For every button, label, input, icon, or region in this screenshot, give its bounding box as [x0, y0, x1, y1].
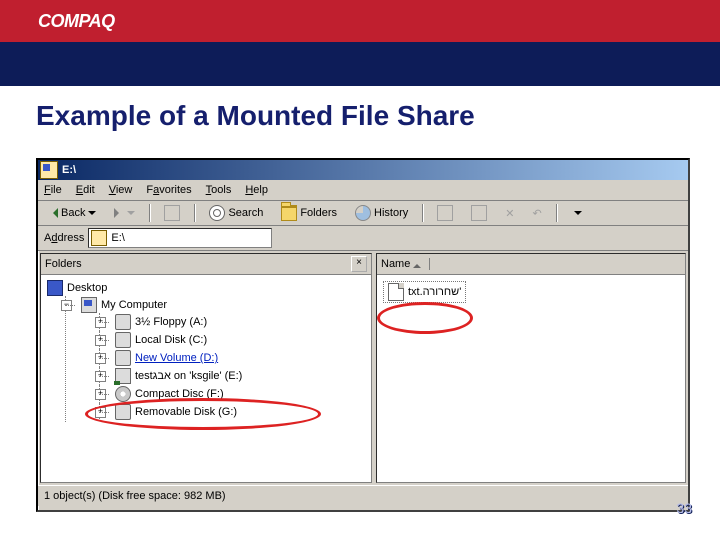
folders-pane: Folders × Desktop − My Computer +3½ Flop… — [40, 253, 372, 483]
tree-drive-item[interactable]: 3½ Floppy (A:) — [135, 316, 207, 328]
column-name-label: Name — [381, 258, 410, 270]
search-label: Search — [228, 207, 263, 219]
tree-drive-item[interactable]: Local Disk (C:) — [135, 334, 207, 346]
drive-icon — [115, 314, 131, 330]
moveto-button — [431, 203, 459, 223]
window-title: E:\ — [62, 164, 76, 176]
tree-drive-item[interactable]: testאבג on 'ksgile' (E:) — [135, 370, 242, 382]
file-item[interactable]: 'שחרורה.txt — [383, 281, 466, 303]
file-name: 'שחרורה.txt — [408, 286, 461, 298]
arrow-left-icon — [48, 208, 58, 218]
toolbar: Back Search Folders History — [38, 201, 688, 226]
close-pane-button[interactable]: × — [351, 256, 367, 272]
brand-bar-red: COMPAQ — [0, 0, 720, 42]
slide-title: Example of a Mounted File Share — [36, 100, 475, 132]
expand-toggle[interactable]: + — [95, 317, 106, 328]
cd-icon — [115, 386, 131, 402]
drive-icon — [115, 404, 131, 420]
back-label: Back — [61, 207, 85, 219]
tree-mycomputer[interactable]: My Computer — [101, 299, 167, 311]
computer-icon — [81, 297, 97, 313]
menu-bar: File Edit View Favorites Tools Help — [38, 180, 688, 201]
network-drive-icon — [115, 368, 131, 384]
drive-icon — [115, 332, 131, 348]
tree-drive-item[interactable]: Removable Disk (G:) — [135, 406, 237, 418]
expand-toggle[interactable]: + — [95, 371, 106, 382]
brand-bar-navy — [0, 42, 720, 86]
tree-desktop[interactable]: Desktop — [67, 282, 107, 294]
search-button[interactable]: Search — [203, 203, 269, 223]
status-text: 1 object(s) (Disk free space: 982 MB) — [44, 490, 226, 502]
delete-button[interactable]: ✕ — [499, 205, 520, 222]
drive-icon — [40, 161, 58, 179]
folder-up-icon — [164, 205, 180, 221]
chevron-down-icon — [574, 211, 582, 219]
compaq-logo: COMPAQ — [38, 11, 115, 32]
separator — [556, 204, 557, 222]
menu-edit[interactable]: Edit — [76, 184, 95, 196]
undo-button[interactable]: ↶ — [526, 205, 547, 222]
copy-icon — [471, 205, 487, 221]
tree-drive-item[interactable]: Compact Disc (F:) — [135, 388, 224, 400]
menu-favorites[interactable]: Favorites — [146, 184, 191, 196]
folders-header: Folders — [45, 258, 82, 270]
address-label: Address — [44, 232, 84, 244]
collapse-toggle[interactable]: − — [61, 300, 72, 311]
menu-help[interactable]: Help — [245, 184, 268, 196]
search-icon — [209, 205, 225, 221]
address-field[interactable]: E:\ — [88, 228, 272, 248]
expand-toggle[interactable]: + — [95, 335, 106, 346]
history-button[interactable]: History — [349, 203, 414, 223]
folders-button[interactable]: Folders — [275, 203, 343, 223]
arrow-right-icon — [114, 208, 124, 218]
history-icon — [355, 205, 371, 221]
expand-toggle[interactable]: + — [95, 407, 106, 418]
sort-asc-icon — [413, 260, 421, 268]
move-icon — [437, 205, 453, 221]
folders-icon — [281, 205, 297, 221]
copyto-button — [465, 203, 493, 223]
desktop-icon — [47, 280, 63, 296]
folder-tree[interactable]: Desktop − My Computer +3½ Floppy (A:) + Lo… — [41, 275, 371, 482]
views-button[interactable] — [565, 206, 588, 221]
address-bar: Address E:\ — [38, 226, 688, 251]
explorer-window: E:\ File Edit View Favorites Tools Help … — [36, 158, 690, 512]
text-file-icon — [388, 283, 404, 301]
separator — [194, 204, 195, 222]
chevron-down-icon — [88, 211, 96, 219]
window-titlebar[interactable]: E:\ — [38, 160, 688, 180]
drive-icon — [115, 350, 131, 366]
forward-button — [108, 206, 141, 221]
tree-drive-item[interactable]: New Volume (D:) — [135, 352, 218, 364]
up-button[interactable] — [158, 203, 186, 223]
folders-label: Folders — [300, 207, 337, 219]
expand-toggle[interactable]: + — [95, 353, 106, 364]
history-label: History — [374, 207, 408, 219]
column-name[interactable]: Name — [381, 258, 430, 270]
page-number: 33 — [676, 500, 692, 516]
expand-toggle[interactable]: + — [95, 389, 106, 400]
drive-icon — [91, 230, 107, 246]
menu-view[interactable]: View — [109, 184, 133, 196]
address-value: E:\ — [111, 232, 124, 244]
back-button[interactable]: Back — [42, 205, 102, 221]
separator — [149, 204, 150, 222]
content-pane: Name 'שחרורה.txt — [376, 253, 686, 483]
menu-file[interactable]: File — [44, 184, 62, 196]
chevron-down-icon — [127, 211, 135, 219]
menu-tools[interactable]: Tools — [206, 184, 232, 196]
separator — [422, 204, 423, 222]
status-bar: 1 object(s) (Disk free space: 982 MB) — [38, 485, 688, 506]
